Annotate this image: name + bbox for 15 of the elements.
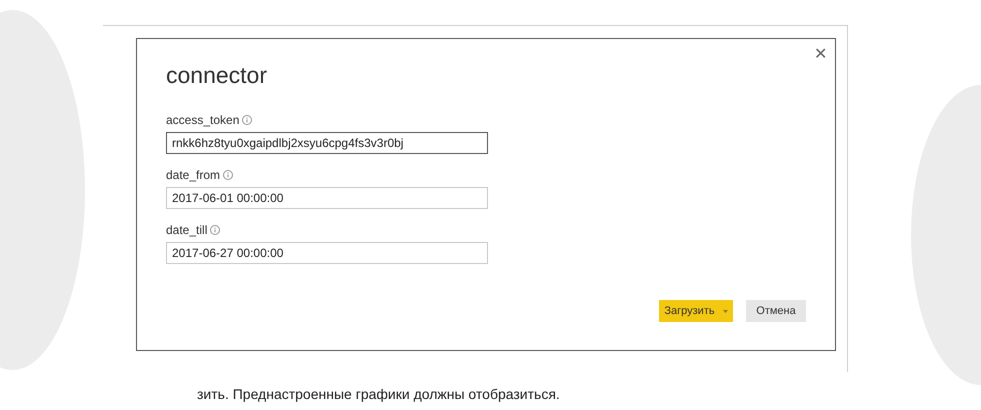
- load-button[interactable]: Загрузить: [659, 300, 733, 322]
- dialog-title: connector: [166, 61, 268, 89]
- cancel-button[interactable]: Отмена: [746, 300, 806, 322]
- caption-text: зить. Преднастроенные графики должны отобразиться.: [197, 385, 560, 404]
- text-field[interactable]: rnkk6hz8tyu0xgaipdlbj2xsyu6cpg4fs3v3r0bj: [166, 132, 488, 154]
- field-label: access_token: [166, 112, 240, 129]
- info-icon[interactable]: [210, 225, 220, 235]
- close-button[interactable]: ✕: [814, 43, 827, 67]
- info-icon[interactable]: [223, 170, 234, 180]
- info-icon[interactable]: [242, 115, 252, 125]
- caret-icon: [722, 310, 728, 312]
- field-label: date_from: [166, 167, 220, 184]
- field-label: date_till: [166, 222, 208, 239]
- text-field[interactable]: 2017-06-01 00:00:00: [166, 187, 488, 209]
- text-field[interactable]: 2017-06-27 00:00:00: [166, 242, 488, 264]
